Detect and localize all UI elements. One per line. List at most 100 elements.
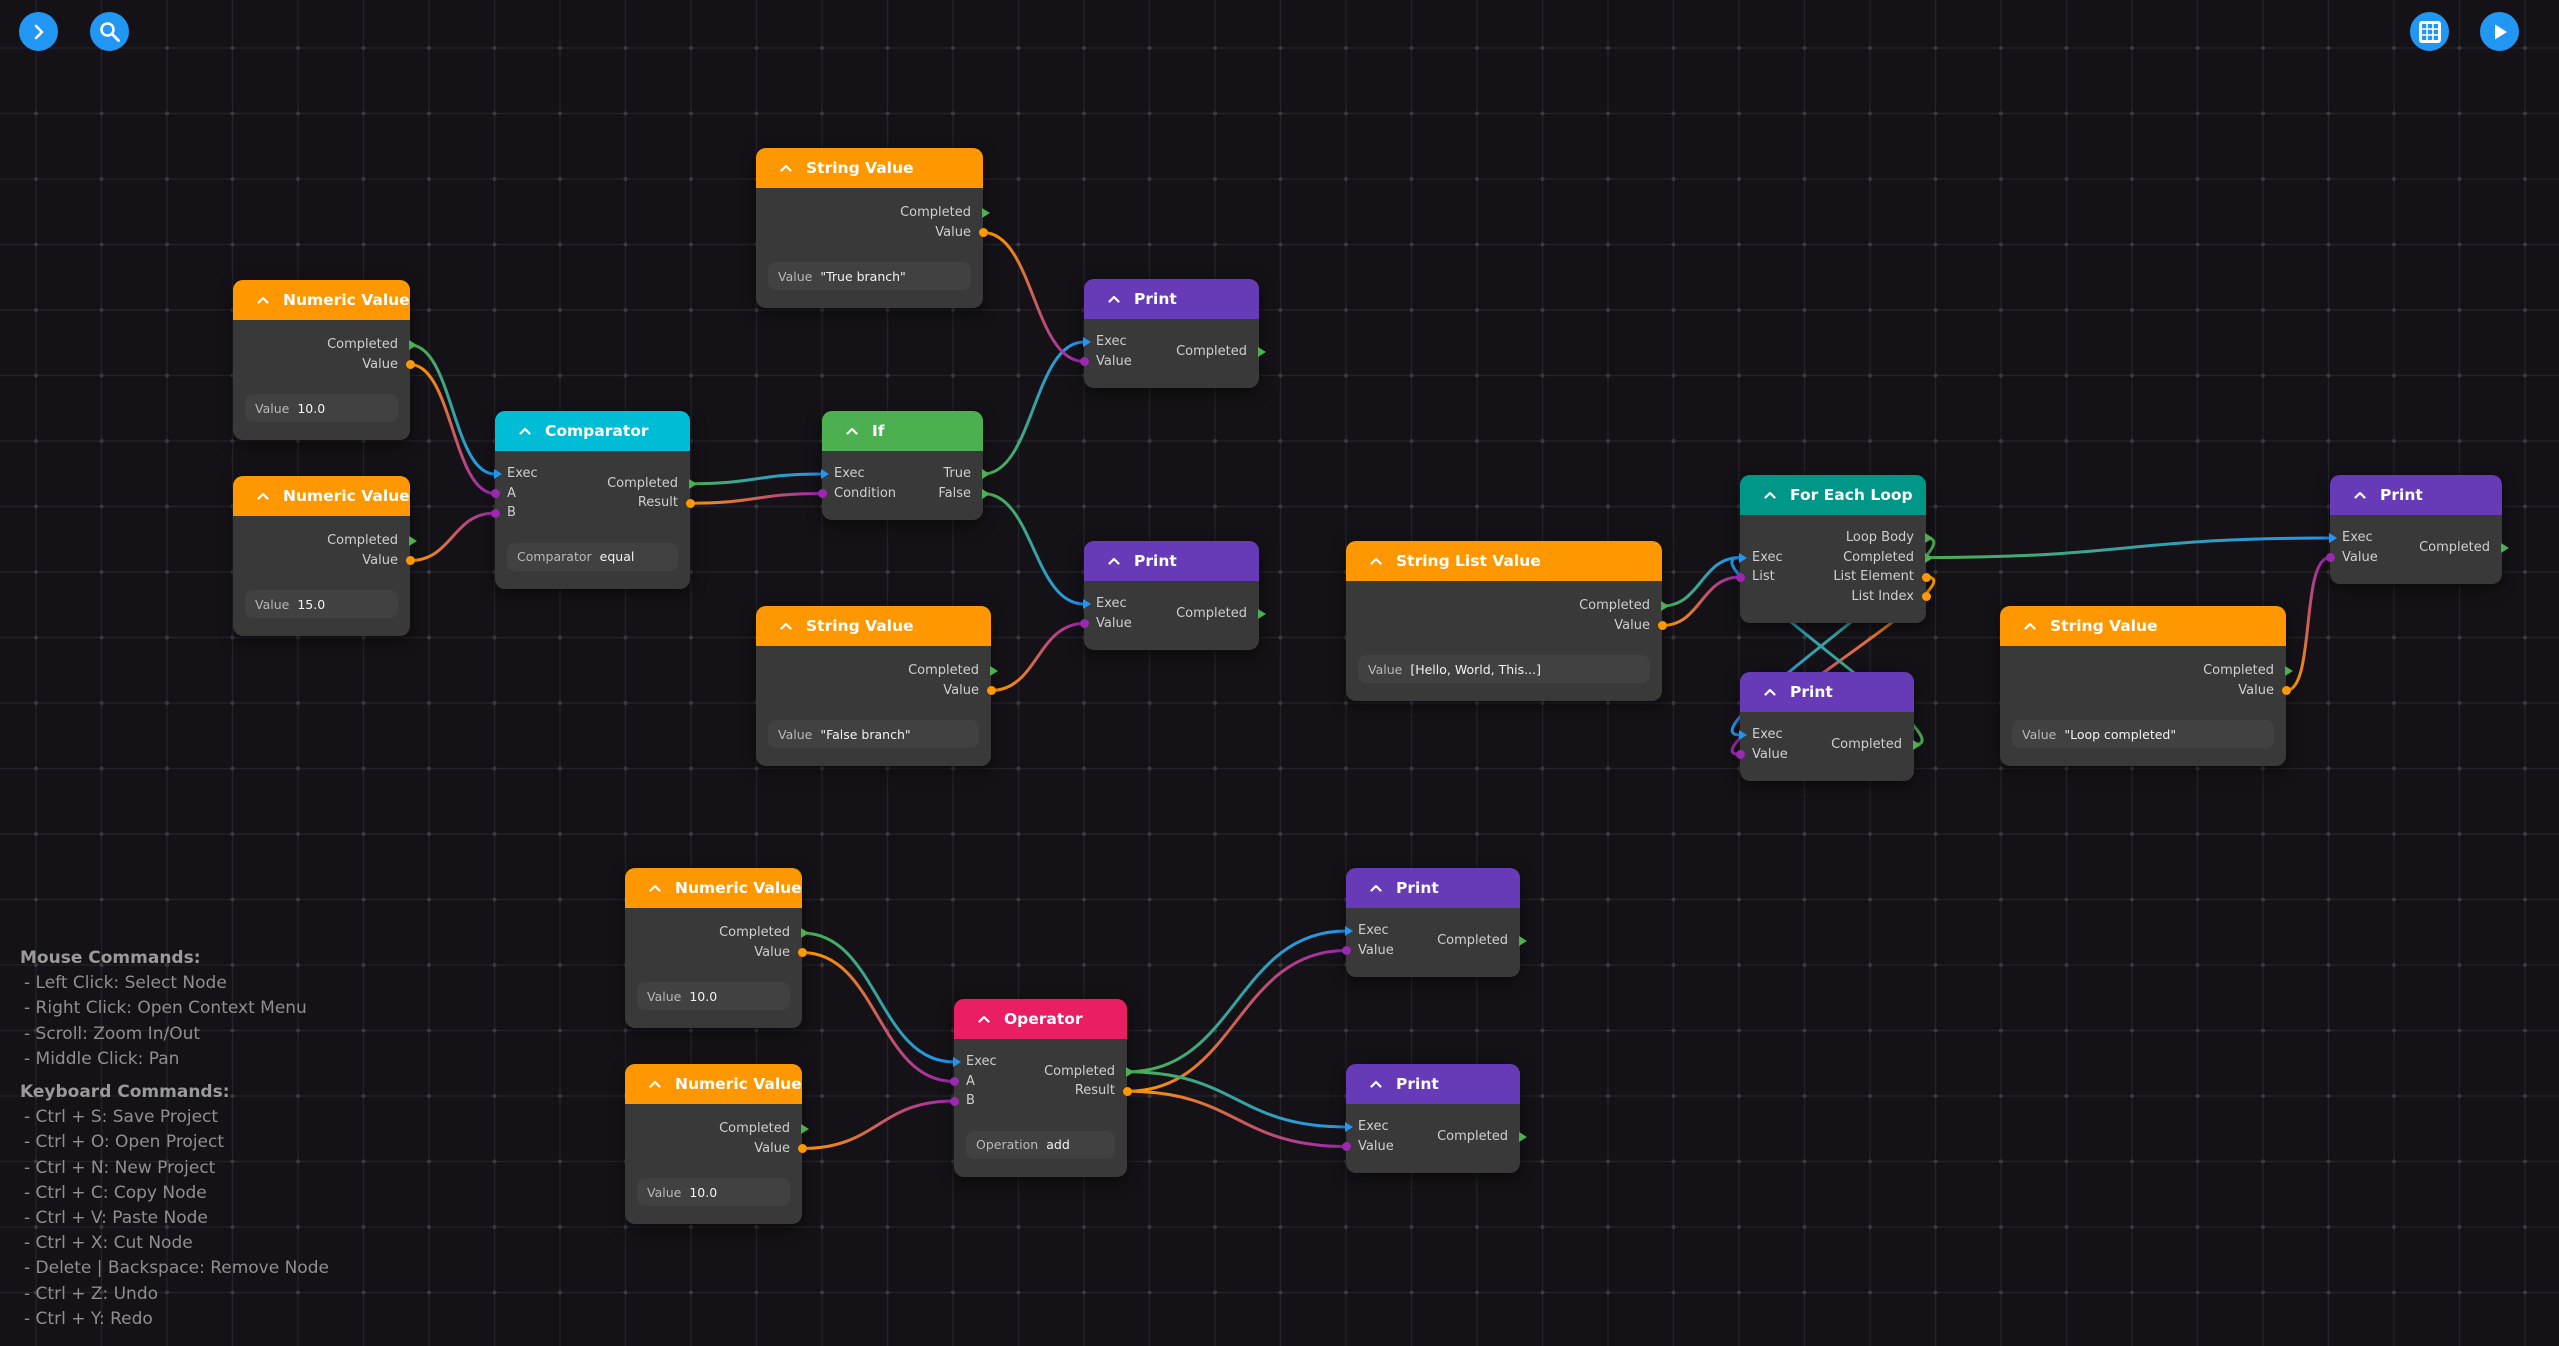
- node-if[interactable]: If Exec Condition True False: [817, 411, 990, 520]
- node-string-value[interactable]: String Value Completed Value Value "Loop com…: [2000, 606, 2293, 766]
- node-header[interactable]: Print: [1084, 541, 1259, 581]
- collapse-chevron-icon[interactable]: [1366, 884, 1386, 892]
- node-numeric-value[interactable]: Numeric Value Completed Value Value 10.0: [233, 280, 417, 440]
- property-value[interactable]: "True branch": [820, 269, 905, 284]
- node-property-field[interactable]: Value "True branch": [768, 262, 971, 290]
- data-input-pin-value[interactable]: [1735, 750, 1745, 759]
- node-print[interactable]: Print Exec Value Completed: [1735, 672, 1921, 781]
- data-output-pin-value[interactable]: [405, 360, 415, 369]
- node-property-field[interactable]: Comparator equal: [507, 542, 678, 571]
- data-input-pin-list[interactable]: [1735, 572, 1745, 582]
- data-output-pin-result[interactable]: [1122, 1086, 1132, 1096]
- node-header[interactable]: String Value: [756, 606, 991, 646]
- node-header[interactable]: For Each Loop: [1740, 475, 1926, 515]
- exec-output-pin-completed[interactable]: [1258, 346, 1266, 357]
- collapse-chevron-icon[interactable]: [1760, 688, 1780, 696]
- exec-output-pin-completed[interactable]: [1913, 739, 1921, 750]
- exec-input-pin-exec[interactable]: [1083, 599, 1091, 609]
- exec-output-pin-completed[interactable]: [1519, 1131, 1527, 1142]
- data-output-pin-value[interactable]: [978, 228, 988, 237]
- exec-input-pin-exec[interactable]: [494, 469, 502, 479]
- data-input-pin-a[interactable]: [949, 1077, 959, 1086]
- exec-output-pin-completed[interactable]: [2285, 666, 2293, 676]
- exec-input-pin-exec[interactable]: [1739, 730, 1747, 740]
- node-string-value[interactable]: String Value Completed Value Value "True bra…: [756, 148, 990, 308]
- exec-input-pin-exec[interactable]: [821, 469, 829, 479]
- node-property-field[interactable]: Operation add: [966, 1130, 1115, 1159]
- node-string-value[interactable]: String Value Completed Value Value "False br…: [756, 606, 998, 766]
- node-header[interactable]: Operator: [954, 999, 1127, 1039]
- exec-output-pin-completed[interactable]: [2501, 542, 2509, 553]
- property-value[interactable]: 10.0: [689, 989, 717, 1004]
- node-string-list-value[interactable]: String List Value Completed Value Value [Hel…: [1346, 541, 1669, 701]
- collapse-chevron-icon[interactable]: [645, 884, 665, 892]
- exec-output-pin-false[interactable]: [982, 488, 990, 499]
- collapse-chevron-icon[interactable]: [776, 622, 796, 630]
- node-header[interactable]: If: [822, 411, 983, 451]
- collapse-chevron-icon[interactable]: [1104, 557, 1124, 565]
- exec-output-pin-completed[interactable]: [1519, 935, 1527, 946]
- data-output-pin-result[interactable]: [685, 498, 695, 508]
- collapse-chevron-icon[interactable]: [974, 1015, 994, 1023]
- node-header[interactable]: Print: [1084, 279, 1259, 319]
- exec-input-pin-exec[interactable]: [1739, 552, 1747, 563]
- search-button[interactable]: [90, 12, 129, 51]
- node-header[interactable]: Numeric Value: [625, 868, 802, 908]
- collapse-chevron-icon[interactable]: [776, 164, 796, 172]
- collapse-chevron-icon[interactable]: [2020, 622, 2040, 630]
- node-property-field[interactable]: Value "False branch": [768, 720, 979, 748]
- data-output-pin-value[interactable]: [405, 556, 415, 565]
- collapse-chevron-icon[interactable]: [253, 296, 273, 304]
- node-print[interactable]: Print Exec Value Completed: [1341, 868, 1527, 977]
- node-header[interactable]: Print: [2330, 475, 2502, 515]
- exec-input-pin-exec[interactable]: [953, 1057, 961, 1067]
- exec-input-pin-exec[interactable]: [1345, 1122, 1353, 1132]
- grid-toggle-button[interactable]: [2410, 12, 2449, 51]
- node-property-field[interactable]: Value 10.0: [245, 394, 398, 422]
- node-header[interactable]: Numeric Value: [625, 1064, 802, 1104]
- exec-output-pin-completed[interactable]: [409, 536, 417, 546]
- exec-output-pin-completed[interactable]: [990, 666, 998, 676]
- property-value[interactable]: add: [1046, 1137, 1070, 1152]
- node-numeric-value[interactable]: Numeric Value Completed Value Value 10.0: [625, 868, 809, 1028]
- node-for-each-loop[interactable]: For Each Loop Exec List Loop Body Completed L…: [1735, 475, 1933, 623]
- exec-output-pin-true[interactable]: [982, 469, 990, 479]
- exec-input-pin-exec[interactable]: [2329, 533, 2337, 543]
- collapse-chevron-icon[interactable]: [1104, 295, 1124, 303]
- run-button[interactable]: [2480, 12, 2519, 51]
- property-value[interactable]: 15.0: [297, 597, 325, 612]
- data-input-pin-a[interactable]: [490, 489, 500, 498]
- exec-output-pin-completed[interactable]: [801, 1124, 809, 1134]
- node-property-field[interactable]: Value 10.0: [637, 982, 790, 1010]
- exec-output-pin-loop-body[interactable]: [1925, 533, 1933, 543]
- data-input-pin-b[interactable]: [490, 508, 500, 518]
- exec-output-pin-completed[interactable]: [409, 340, 417, 350]
- collapse-chevron-icon[interactable]: [1366, 557, 1386, 565]
- exec-output-pin-completed[interactable]: [1258, 608, 1266, 619]
- data-input-pin-value[interactable]: [1341, 1142, 1351, 1151]
- property-value[interactable]: 10.0: [297, 401, 325, 416]
- node-header[interactable]: Print: [1346, 868, 1520, 908]
- data-output-pin-list-index[interactable]: [1921, 592, 1931, 601]
- exec-output-pin-completed[interactable]: [982, 208, 990, 218]
- data-output-pin-value[interactable]: [1657, 621, 1667, 630]
- node-header[interactable]: Print: [1346, 1064, 1520, 1104]
- expand-sidebar-button[interactable]: [19, 12, 58, 51]
- node-numeric-value[interactable]: Numeric Value Completed Value Value 10.0: [625, 1064, 809, 1224]
- data-output-pin-value[interactable]: [797, 1144, 807, 1153]
- node-print[interactable]: Print Exec Value Completed: [1079, 541, 1266, 650]
- data-input-pin-condition[interactable]: [817, 489, 827, 498]
- property-value[interactable]: equal: [600, 549, 635, 564]
- node-operator[interactable]: Operator Exec A B Completed Result Operation ad…: [949, 999, 1134, 1177]
- property-value[interactable]: "False branch": [820, 727, 910, 742]
- property-value[interactable]: 10.0: [689, 1185, 717, 1200]
- node-header[interactable]: Comparator: [495, 411, 690, 451]
- collapse-chevron-icon[interactable]: [1760, 491, 1780, 499]
- node-property-field[interactable]: Value 10.0: [637, 1178, 790, 1206]
- node-header[interactable]: String Value: [2000, 606, 2286, 646]
- data-output-pin-value[interactable]: [797, 948, 807, 957]
- data-input-pin-b[interactable]: [949, 1096, 959, 1106]
- data-output-pin-list-element[interactable]: [1921, 572, 1931, 582]
- collapse-chevron-icon[interactable]: [1366, 1080, 1386, 1088]
- data-output-pin-value[interactable]: [986, 686, 996, 695]
